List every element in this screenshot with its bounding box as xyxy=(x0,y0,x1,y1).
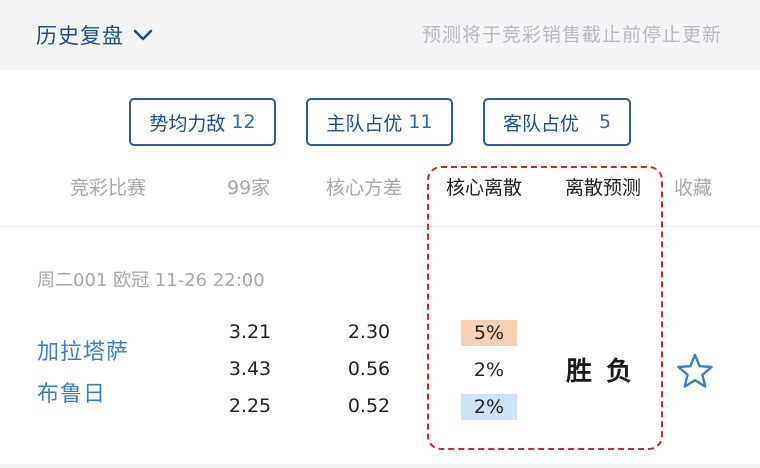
filter-home-advantage[interactable]: 主队占优 11 xyxy=(306,98,453,146)
dispersion-prediction: 胜负 xyxy=(566,351,634,388)
odds-99-draw: 3.43 xyxy=(228,358,272,380)
filter-label: 主队占优 xyxy=(326,112,403,135)
column-header-core-variance: 核心方差 xyxy=(326,177,403,199)
filter-count: 5 xyxy=(598,111,612,133)
filter-label: 客队占优 xyxy=(502,112,579,135)
column-header-core-dispersion: 核心离散 xyxy=(446,177,523,199)
prediction-outcome: 胜 xyxy=(566,357,595,387)
top-bar: 历史复盘 预测将于竞彩销售截止前停止更新 xyxy=(0,0,760,70)
core-variance-draw: 0.56 xyxy=(347,358,391,380)
core-dispersion-loss: 2% xyxy=(461,394,517,420)
odds-99-loss: 2.25 xyxy=(228,395,272,417)
match-meta: 周二001 欧冠 11-26 22:00 xyxy=(37,270,265,291)
filter-bar: 势均力敌 12 主队占优 11 客队占优 5 xyxy=(0,98,760,146)
odds-99-win: 3.21 xyxy=(228,321,272,343)
star-icon[interactable] xyxy=(676,352,714,390)
filter-even-match[interactable]: 势均力敌 12 xyxy=(129,98,276,146)
away-team-link[interactable]: 布鲁日 xyxy=(37,376,106,408)
filter-count: 11 xyxy=(408,111,433,133)
column-header-match: 竞彩比赛 xyxy=(70,177,147,199)
core-variance-loss: 0.52 xyxy=(347,395,391,417)
core-dispersion-win: 5% xyxy=(461,320,517,346)
chevron-down-icon xyxy=(133,29,153,41)
filter-label: 势均力敌 xyxy=(149,112,226,135)
bottom-divider xyxy=(0,464,760,468)
column-header-favorite: 收藏 xyxy=(674,177,713,199)
column-header-99-odds: 99家 xyxy=(227,177,271,199)
core-variance-win: 2.30 xyxy=(347,321,391,343)
history-review-dropdown[interactable]: 历史复盘 xyxy=(36,18,154,52)
filter-away-advantage[interactable]: 客队占优 5 xyxy=(483,98,631,146)
core-dispersion-draw: 2% xyxy=(473,359,505,381)
history-review-label: 历史复盘 xyxy=(36,24,124,48)
home-team-link[interactable]: 加拉塔萨 xyxy=(37,334,129,366)
update-note: 预测将于竞彩销售截止前停止更新 xyxy=(421,24,722,46)
filter-count: 12 xyxy=(231,111,256,133)
prediction-outcome: 负 xyxy=(606,357,635,387)
column-header-dispersion-prediction: 离散预测 xyxy=(565,177,642,199)
header-divider xyxy=(0,226,760,227)
